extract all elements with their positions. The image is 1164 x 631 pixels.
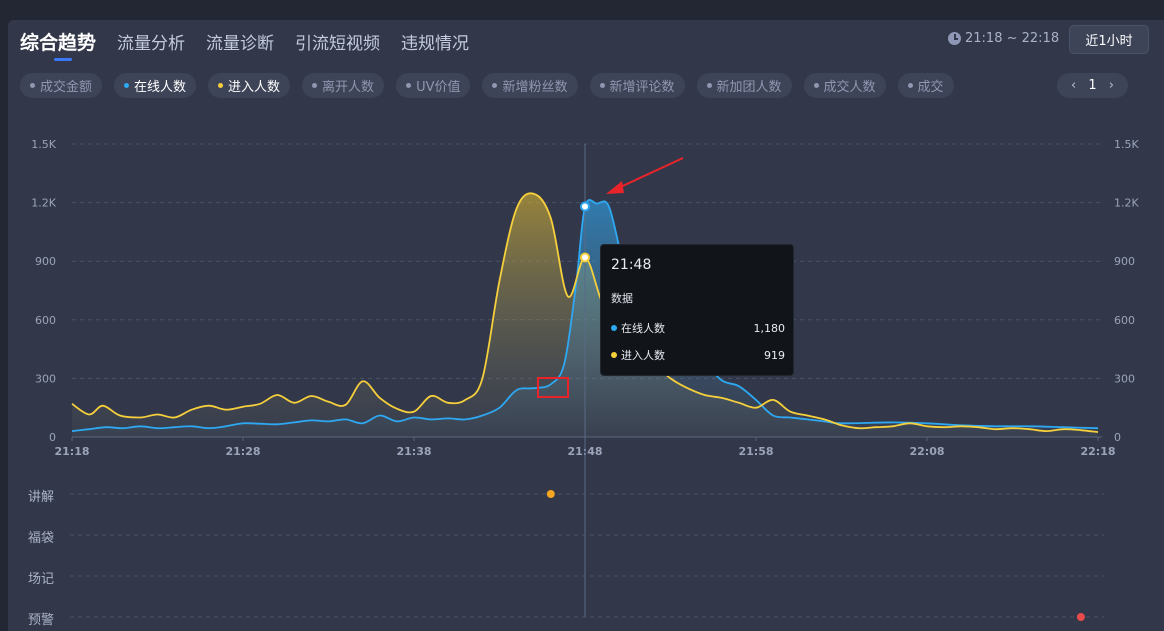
x-tick-label: 21:58 bbox=[738, 445, 773, 458]
event-marker bbox=[546, 490, 555, 498]
y-tick-label: 300 bbox=[1114, 372, 1135, 385]
x-tick-label: 22:18 bbox=[1080, 445, 1115, 458]
y-tick-label: 1.2K bbox=[1114, 197, 1139, 210]
series-dot bbox=[611, 352, 617, 358]
event-lanes bbox=[70, 490, 1104, 621]
y-axis-right: 0 300 600 900 1.2K 1.5K bbox=[1114, 138, 1139, 444]
tooltip-value: 1,180 bbox=[753, 321, 786, 335]
event-lane-label: 福袋 bbox=[28, 531, 55, 546]
y-axis-left: 0 300 600 900 1.2K 1.5K bbox=[31, 138, 56, 444]
event-lane-label: 预警 bbox=[28, 613, 55, 628]
tooltip-row-entered: 进入人数 919 bbox=[611, 347, 785, 363]
tooltip-label: 进入人数 bbox=[621, 349, 665, 362]
x-tick-label: 21:18 bbox=[54, 445, 89, 458]
x-tick-label: 22:08 bbox=[909, 445, 944, 458]
tooltip-row-online: 在线人数 1,180 bbox=[611, 320, 785, 336]
y-tick-label: 600 bbox=[35, 314, 56, 327]
series-dot bbox=[611, 325, 617, 331]
event-marker bbox=[1076, 613, 1085, 621]
tooltip-value: 919 bbox=[764, 348, 785, 362]
y-tick-label: 1.5K bbox=[1114, 138, 1139, 151]
y-tick-label: 600 bbox=[1114, 314, 1135, 327]
y-tick-label: 0 bbox=[49, 431, 56, 444]
pointer-arrow-head bbox=[606, 181, 624, 194]
y-tick-label: 1.5K bbox=[31, 138, 56, 151]
hover-point bbox=[580, 252, 590, 263]
x-tick-label: 21:38 bbox=[396, 445, 431, 458]
trend-chart[interactable]: 0 300 600 900 1.2K 1.5K 0 300 600 900 1.2K 1.5K 21… bbox=[0, 0, 1164, 631]
x-tick-label: 21:28 bbox=[225, 445, 260, 458]
tooltip-header: 数据 bbox=[611, 292, 633, 305]
event-lane-label: 讲解 bbox=[28, 490, 55, 505]
hover-point bbox=[580, 201, 590, 212]
chart-tooltip: 21:48 数据 在线人数 1,180 进入人数 919 bbox=[600, 244, 794, 376]
tooltip-time: 21:48 bbox=[611, 257, 652, 273]
y-tick-label: 300 bbox=[35, 372, 56, 385]
tooltip-label: 在线人数 bbox=[621, 322, 665, 335]
y-tick-label: 0 bbox=[1114, 431, 1121, 444]
y-tick-label: 900 bbox=[35, 255, 56, 268]
y-tick-label: 900 bbox=[1114, 255, 1135, 268]
event-lane-label: 场记 bbox=[28, 572, 55, 587]
y-tick-label: 1.2K bbox=[31, 197, 56, 210]
pointer-arrow-line bbox=[613, 157, 684, 191]
